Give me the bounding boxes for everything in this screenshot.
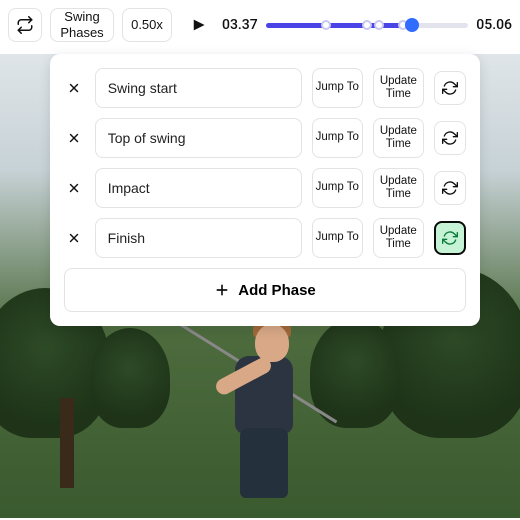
phase-name-input[interactable]: [95, 168, 302, 208]
jump-to-button[interactable]: Jump To: [312, 218, 363, 258]
delete-phase-button[interactable]: [64, 227, 85, 249]
swing-phases-label: Swing Phases: [55, 9, 109, 40]
close-icon: [67, 231, 81, 245]
swing-phases-button[interactable]: Swing Phases: [50, 8, 114, 42]
phase-name-input[interactable]: [95, 218, 302, 258]
track-fill: [266, 23, 412, 28]
delete-phase-button[interactable]: [64, 127, 85, 149]
refresh-icon: [442, 130, 458, 146]
phase-name-input[interactable]: [95, 68, 302, 108]
refresh-icon: [442, 230, 458, 246]
update-time-button[interactable]: Update Time: [373, 118, 424, 158]
phase-name-input[interactable]: [95, 118, 302, 158]
top-toolbar: Swing Phases 0.50x 03.37 05.06: [0, 0, 520, 54]
cycle-replace-button[interactable]: [434, 221, 466, 255]
play-button[interactable]: [180, 8, 214, 42]
cycle-replace-button[interactable]: [434, 71, 466, 105]
refresh-icon: [442, 180, 458, 196]
phase-row: Jump To Update Time: [64, 168, 466, 208]
playback-speed-label: 0.50x: [131, 17, 163, 33]
cycle-replace-button[interactable]: [434, 121, 466, 155]
add-phase-label: Add Phase: [238, 282, 316, 299]
close-icon: [67, 131, 81, 145]
update-time-button[interactable]: Update Time: [373, 218, 424, 258]
jump-to-button[interactable]: Jump To: [312, 68, 363, 108]
timeline-track[interactable]: [266, 15, 469, 35]
delete-phase-button[interactable]: [64, 77, 85, 99]
phase-marker[interactable]: [321, 20, 331, 30]
refresh-icon: [442, 80, 458, 96]
play-icon: [184, 12, 210, 38]
update-time-button[interactable]: Update Time: [373, 68, 424, 108]
close-icon: [67, 181, 81, 195]
playhead[interactable]: [405, 18, 419, 32]
jump-to-button[interactable]: Jump To: [312, 168, 363, 208]
golfer-head: [255, 324, 289, 362]
phase-row: Jump To Update Time: [64, 218, 466, 258]
add-phase-button[interactable]: Add Phase: [64, 268, 466, 312]
tree-decor: [90, 328, 170, 428]
jump-to-button[interactable]: Jump To: [312, 118, 363, 158]
phase-row: Jump To Update Time: [64, 68, 466, 108]
delete-phase-button[interactable]: [64, 177, 85, 199]
tree-trunk-decor: [60, 398, 74, 488]
loop-button[interactable]: [8, 8, 42, 42]
update-time-button[interactable]: Update Time: [373, 168, 424, 208]
time-current: 03.37: [222, 17, 258, 33]
plus-icon: [214, 282, 230, 298]
close-icon: [67, 81, 81, 95]
cycle-replace-button[interactable]: [434, 171, 466, 205]
timeline: 03.37 05.06: [222, 15, 512, 35]
time-total: 05.06: [476, 17, 512, 33]
phases-panel: Jump To Update Time Jump To Update Time …: [50, 54, 480, 326]
loop-icon: [16, 16, 34, 34]
phase-marker[interactable]: [362, 20, 372, 30]
golfer-legs: [240, 428, 288, 498]
golfer-figure: [200, 314, 320, 514]
playback-speed-button[interactable]: 0.50x: [122, 8, 172, 42]
phase-marker[interactable]: [374, 20, 384, 30]
phase-row: Jump To Update Time: [64, 118, 466, 158]
